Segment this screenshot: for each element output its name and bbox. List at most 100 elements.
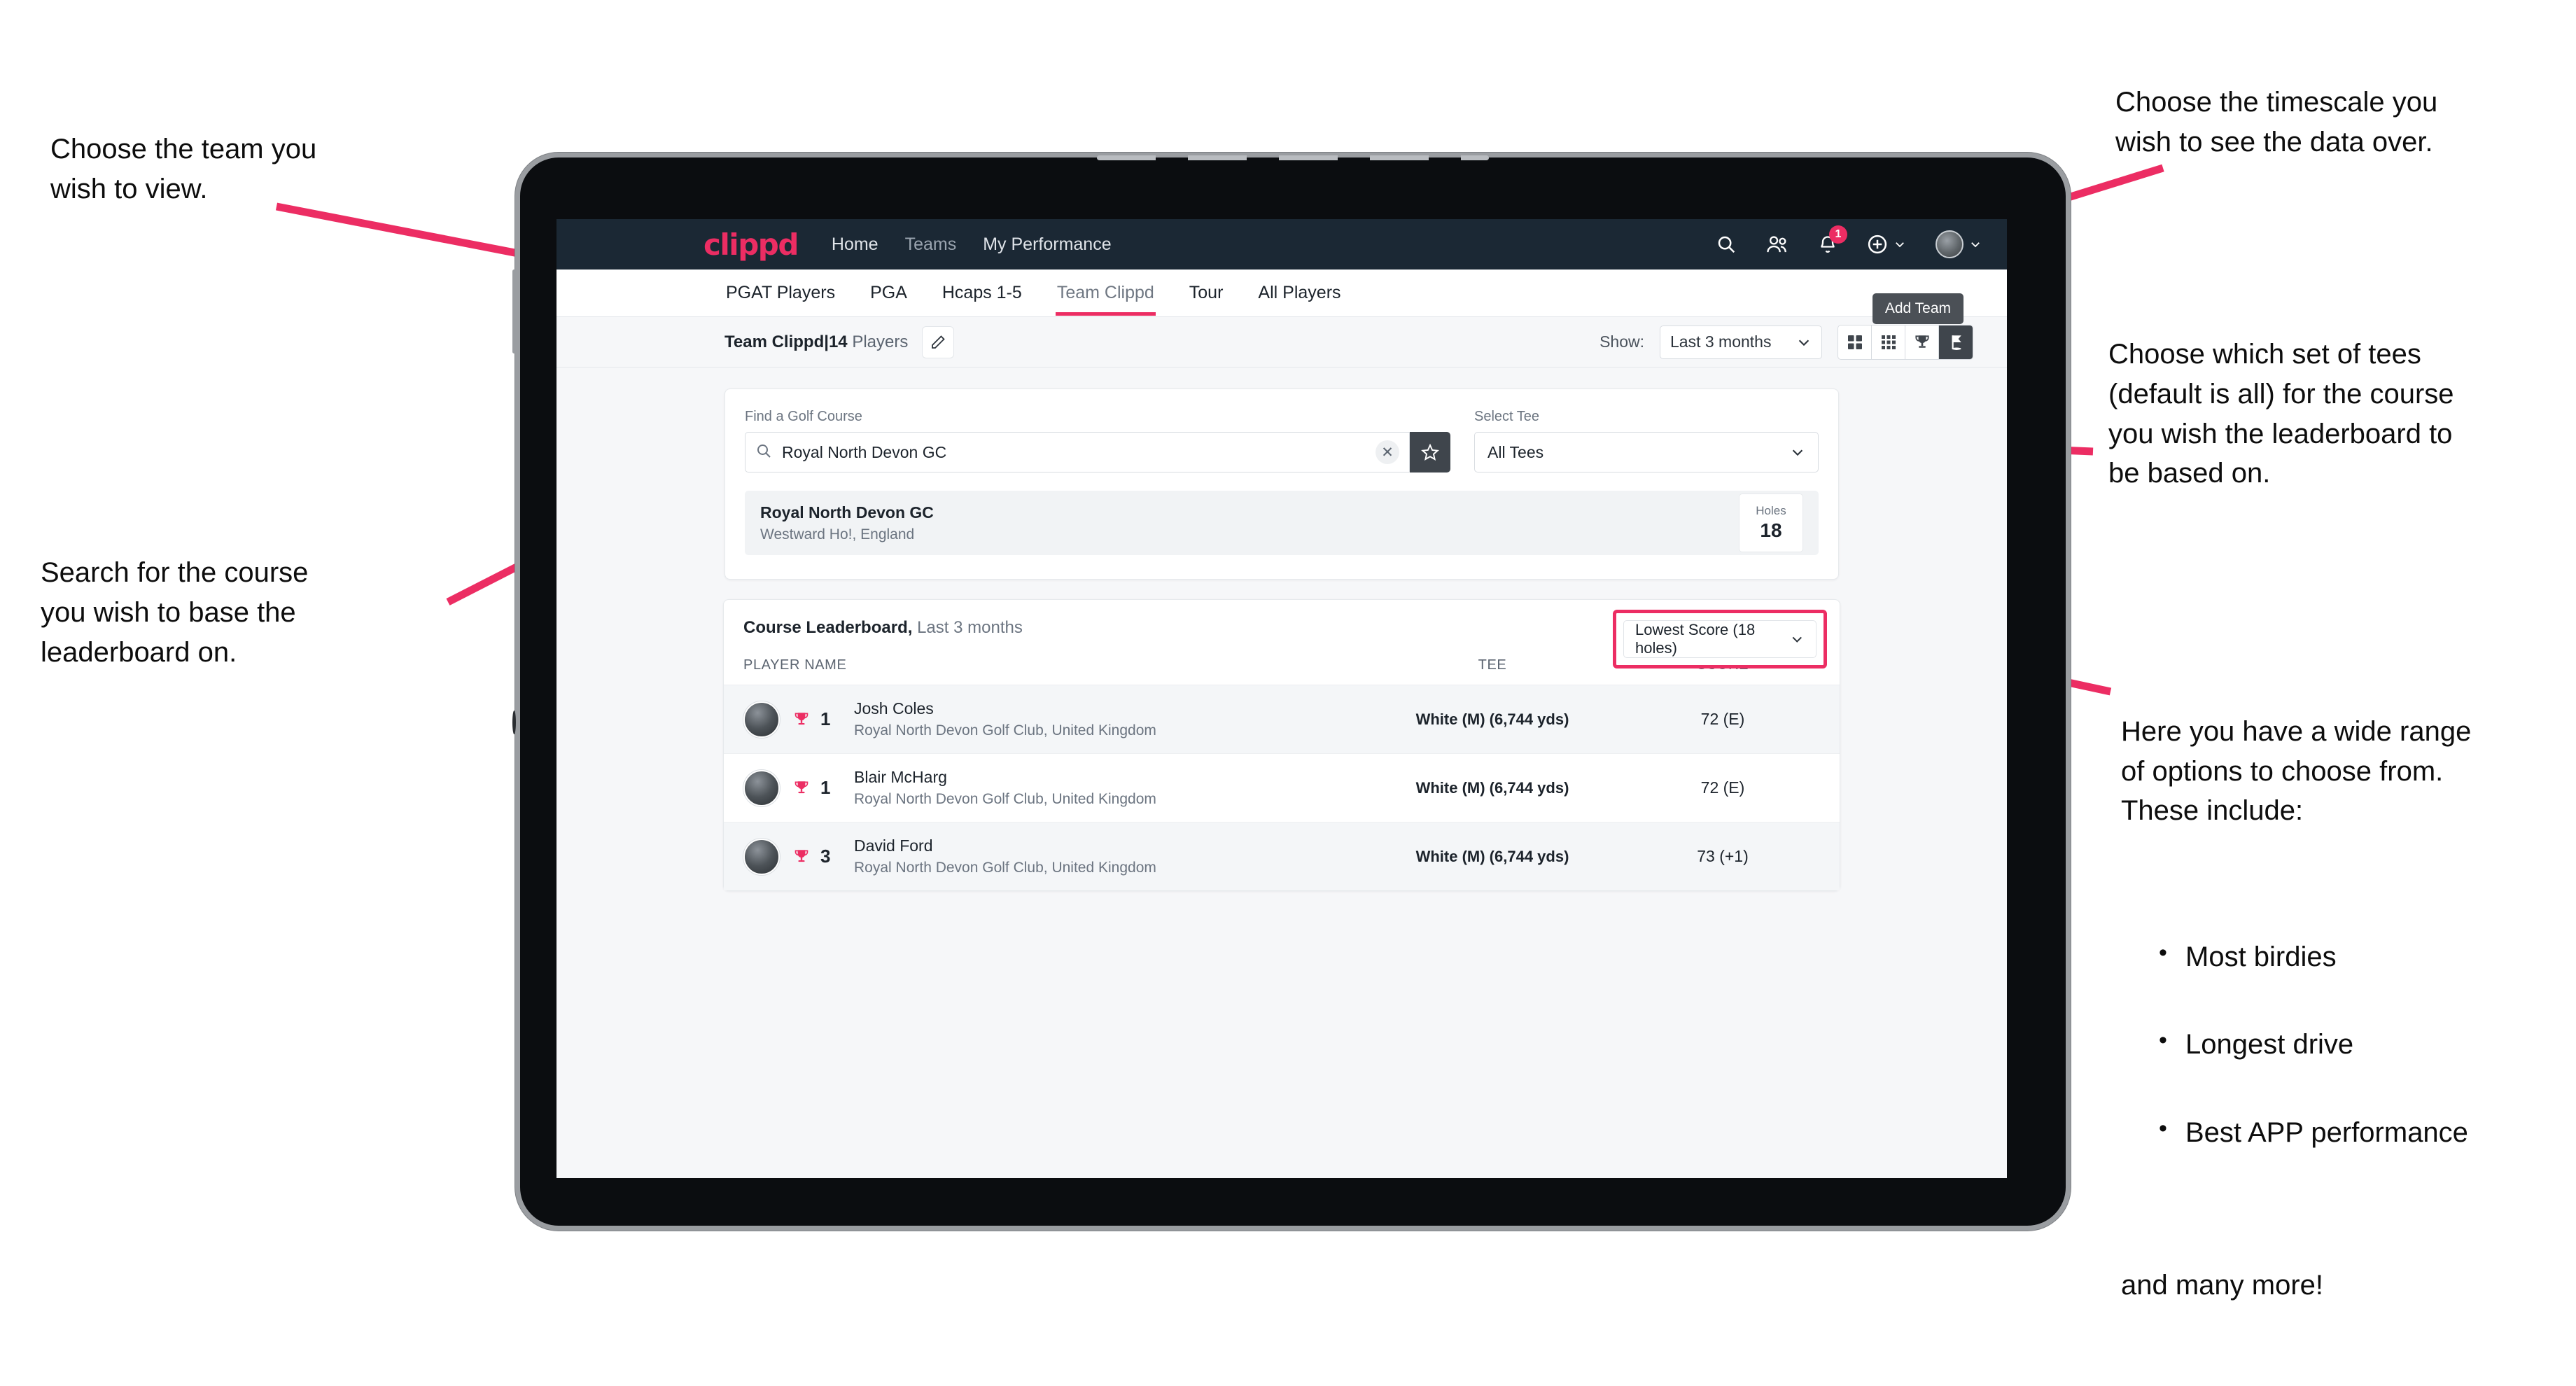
- nav-right-icons: 1: [1716, 225, 1982, 258]
- tee-select[interactable]: All Tees: [1474, 432, 1819, 472]
- player-names: Blair McHarg Royal North Devon Golf Club…: [854, 768, 1156, 808]
- player-tee: White (M) (6,744 yds): [1415, 710, 1569, 728]
- team-summary: Team Clippd|14 Players: [724, 332, 908, 352]
- grid-2x2-icon[interactable]: [1838, 325, 1872, 359]
- player-club: Royal North Devon Golf Club, United King…: [854, 722, 1156, 738]
- star-icon[interactable]: [1410, 432, 1450, 472]
- player-cell: 3 David Ford Royal North Devon Golf Club…: [743, 836, 1359, 876]
- people-icon[interactable]: [1766, 234, 1788, 255]
- player-club: Royal North Devon Golf Club, United King…: [854, 791, 1156, 807]
- leaderboard-sort-value: Lowest Score (18 holes): [1635, 621, 1756, 657]
- team-separator: |: [824, 332, 829, 351]
- course-result-row[interactable]: Royal North Devon GC Westward Ho!, Engla…: [745, 491, 1819, 555]
- avatar: [743, 769, 780, 806]
- player-name: David Ford: [854, 836, 933, 855]
- annotation-choose-team: Choose the team you wish to view.: [50, 134, 317, 204]
- trophy-icon: [792, 710, 811, 729]
- tee-select-field: Select Tee All Tees: [1474, 409, 1819, 472]
- add-circle-icon[interactable]: [1867, 234, 1906, 255]
- tab-pga[interactable]: PGA: [869, 270, 909, 316]
- leaderboard-subtitle: Last 3 months: [917, 618, 1023, 637]
- annotation-choose-timescale: Choose the timescale you wish to see the…: [2115, 87, 2438, 158]
- chevron-down-icon: [1798, 340, 1809, 346]
- tablet-device-frame: clippd Home Teams My Performance 1 PGAT …: [512, 153, 2071, 1231]
- clippd-logo[interactable]: clippd: [704, 227, 799, 262]
- leaderboard-header: Course Leaderboard, Last 3 months Lowest…: [724, 600, 1840, 668]
- toolbar-right: Show: Last 3 months: [1600, 324, 1973, 360]
- tab-hcaps-1-5[interactable]: Hcaps 1-5: [941, 270, 1023, 316]
- trophy-icon: [792, 848, 811, 866]
- main-content: Find a Golf Course ✕: [556, 368, 2007, 891]
- app-top-nav: clippd Home Teams My Performance 1: [556, 219, 2007, 270]
- flag-icon[interactable]: [1939, 325, 1973, 359]
- team-player-count: 14: [828, 332, 848, 351]
- notifications-bell-icon[interactable]: 1: [1818, 225, 1847, 255]
- annotation-options-intro: Here you have a wide range of options to…: [2121, 715, 2472, 827]
- nav-links: Home Teams My Performance: [832, 234, 1112, 255]
- table-row[interactable]: 1 Josh Coles Royal North Devon Golf Club…: [724, 685, 1840, 754]
- pencil-icon[interactable]: [922, 326, 955, 358]
- course-leaderboard-card: Course Leaderboard, Last 3 months Lowest…: [723, 599, 1840, 891]
- player-names: David Ford Royal North Devon Golf Club, …: [854, 836, 1156, 876]
- player-score: 72 (E): [1700, 778, 1745, 797]
- annotation-options: Here you have a wide range of options to…: [2121, 672, 2576, 1345]
- team-tabs: PGAT Players PGA Hcaps 1-5 Team Clippd T…: [556, 270, 2007, 324]
- annotation-choose-tees: Choose which set of tees (default is all…: [2108, 339, 2454, 489]
- avatar: [743, 838, 780, 875]
- app-screen: clippd Home Teams My Performance 1 PGAT …: [556, 219, 2007, 1178]
- grid-3x3-icon[interactable]: [1872, 325, 1905, 359]
- table-row[interactable]: 3 David Ford Royal North Devon Golf Club…: [724, 822, 1840, 890]
- nav-link-home[interactable]: Home: [832, 234, 878, 255]
- tee-select-label: Select Tee: [1474, 409, 1540, 424]
- team-name: Team Clippd: [724, 332, 825, 351]
- tab-team-clippd[interactable]: Team Clippd: [1055, 270, 1156, 316]
- chevron-down-icon: [1971, 242, 1980, 248]
- annotation-options-tail: and many more!: [2121, 1270, 2324, 1301]
- list-item: Longest drive: [2155, 1023, 2576, 1065]
- side-port: [512, 710, 516, 734]
- course-result-name: Royal North Devon GC: [760, 503, 934, 522]
- chevron-down-icon: [1793, 636, 1802, 643]
- search-fields: Find a Golf Course ✕: [745, 409, 1819, 472]
- list-item: Most birdies: [2155, 936, 2576, 977]
- volume-button: [512, 270, 516, 354]
- player-rank: 1: [820, 708, 831, 729]
- course-search-card: Find a Golf Course ✕: [724, 388, 1839, 580]
- chevron-down-icon: [1896, 242, 1904, 248]
- course-result-text: Royal North Devon GC Westward Ho!, Engla…: [760, 503, 934, 543]
- leaderboard-sort-select[interactable]: Lowest Score (18 holes): [1623, 620, 1816, 658]
- player-names: Josh Coles Royal North Devon Golf Club, …: [854, 699, 1156, 739]
- holes-label: Holes: [1756, 504, 1786, 517]
- trophy-icon[interactable]: [1905, 325, 1939, 359]
- avatar: [743, 701, 780, 738]
- chevron-down-icon: [1792, 449, 1803, 456]
- timescale-select[interactable]: Last 3 months: [1660, 325, 1822, 359]
- player-rank: 3: [820, 846, 831, 867]
- column-header-tee: TEE: [1478, 657, 1507, 673]
- tab-pgat-players[interactable]: PGAT Players: [724, 270, 836, 316]
- course-result-location: Westward Ho!, England: [760, 526, 915, 542]
- search-icon[interactable]: [1716, 234, 1737, 255]
- show-label: Show:: [1600, 332, 1644, 351]
- player-club: Royal North Devon Golf Club, United King…: [854, 860, 1156, 876]
- tab-tour[interactable]: Tour: [1188, 270, 1225, 316]
- holes-value: 18: [1760, 519, 1782, 541]
- profile-avatar[interactable]: [1935, 230, 1982, 258]
- course-search-box[interactable]: ✕: [745, 432, 1410, 472]
- table-row[interactable]: 1 Blair McHarg Royal North Devon Golf Cl…: [724, 754, 1840, 822]
- search-icon: [755, 442, 772, 463]
- annotation-options-list: Most birdies Longest drive Best APP perf…: [2155, 897, 2576, 1201]
- tee-select-value: All Tees: [1488, 442, 1544, 461]
- view-toggle-group: [1837, 324, 1973, 360]
- search-input[interactable]: [782, 442, 1376, 462]
- nav-link-my-performance[interactable]: My Performance: [983, 234, 1111, 255]
- screenshot-stage: Choose the team you wish to view. Search…: [0, 0, 2576, 1386]
- nav-link-teams[interactable]: Teams: [905, 234, 957, 255]
- trophy-icon: [792, 779, 811, 797]
- holes-badge: Holes 18: [1739, 493, 1803, 552]
- tab-all-players[interactable]: All Players: [1256, 270, 1342, 316]
- timescale-value: Last 3 months: [1670, 332, 1772, 351]
- close-icon[interactable]: ✕: [1376, 440, 1399, 464]
- player-cell: 1 Blair McHarg Royal North Devon Golf Cl…: [743, 768, 1359, 808]
- leaderboard-title-main: Course Leaderboard,: [743, 618, 913, 637]
